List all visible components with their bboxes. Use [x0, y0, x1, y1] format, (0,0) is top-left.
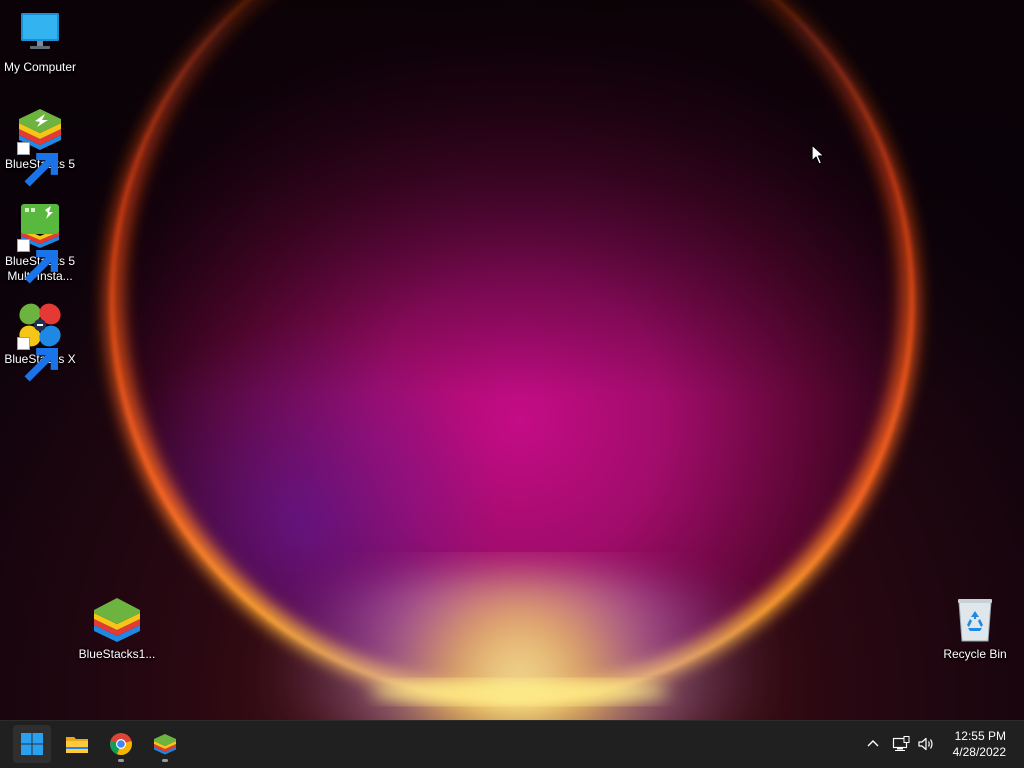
- desktop-icon-bluestacks-x[interactable]: BlueStacks X: [0, 300, 80, 382]
- desktop-icon-bluestacks-multi-instance[interactable]: BlueStacks 5 Multi-Insta...: [0, 202, 80, 284]
- windows-logo-icon: [21, 733, 43, 755]
- running-indicator: [118, 759, 124, 762]
- desktop[interactable]: My Computer BlueStacks 5 BlueStacks 5 Mu…: [0, 0, 1024, 720]
- chrome-button[interactable]: [102, 725, 140, 763]
- desktop-icon-recycle-bin[interactable]: Recycle Bin: [935, 595, 1015, 662]
- desktop-icon-label: My Computer: [3, 60, 77, 74]
- shortcut-arrow-icon: [17, 239, 59, 284]
- clock[interactable]: 12:55 PM 4/28/2022: [936, 728, 1006, 760]
- desktop-icon-label: BlueStacks1...: [78, 647, 156, 661]
- bluestacks-icon: [15, 105, 65, 187]
- chrome-icon: [110, 733, 132, 756]
- volume-icon[interactable]: [917, 735, 935, 753]
- recycle-bin-icon: [950, 595, 1000, 645]
- bluestacks-installer-icon: [92, 595, 142, 645]
- clock-time: 12:55 PM: [954, 729, 1006, 743]
- running-indicator: [162, 759, 168, 762]
- file-explorer-button[interactable]: [58, 725, 96, 763]
- desktop-icon-label: Recycle Bin: [943, 647, 1007, 661]
- network-icon[interactable]: [892, 735, 910, 753]
- taskbar: 12:55 PM 4/28/2022: [0, 720, 1024, 768]
- bluestacks-x-icon: [15, 300, 65, 382]
- start-button[interactable]: [13, 725, 51, 763]
- desktop-icon-bluestacks-installer[interactable]: BlueStacks1...: [77, 595, 157, 662]
- bluestacks-multi-instance-icon: [15, 202, 65, 284]
- desktop-icon-my-computer[interactable]: My Computer: [0, 8, 80, 75]
- shortcut-arrow-icon: [17, 337, 59, 382]
- shortcut-arrow-icon: [17, 142, 59, 187]
- chevron-up-icon[interactable]: [864, 735, 882, 753]
- desktop-icon-bluestacks-5[interactable]: BlueStacks 5: [0, 105, 80, 187]
- bluestacks-taskbar-button[interactable]: [146, 725, 184, 763]
- bluestacks-icon: [154, 734, 176, 755]
- mouse-cursor-icon: [811, 144, 825, 165]
- folder-icon: [66, 737, 88, 753]
- clock-date: 4/28/2022: [952, 745, 1006, 759]
- monitor-icon: [15, 8, 65, 58]
